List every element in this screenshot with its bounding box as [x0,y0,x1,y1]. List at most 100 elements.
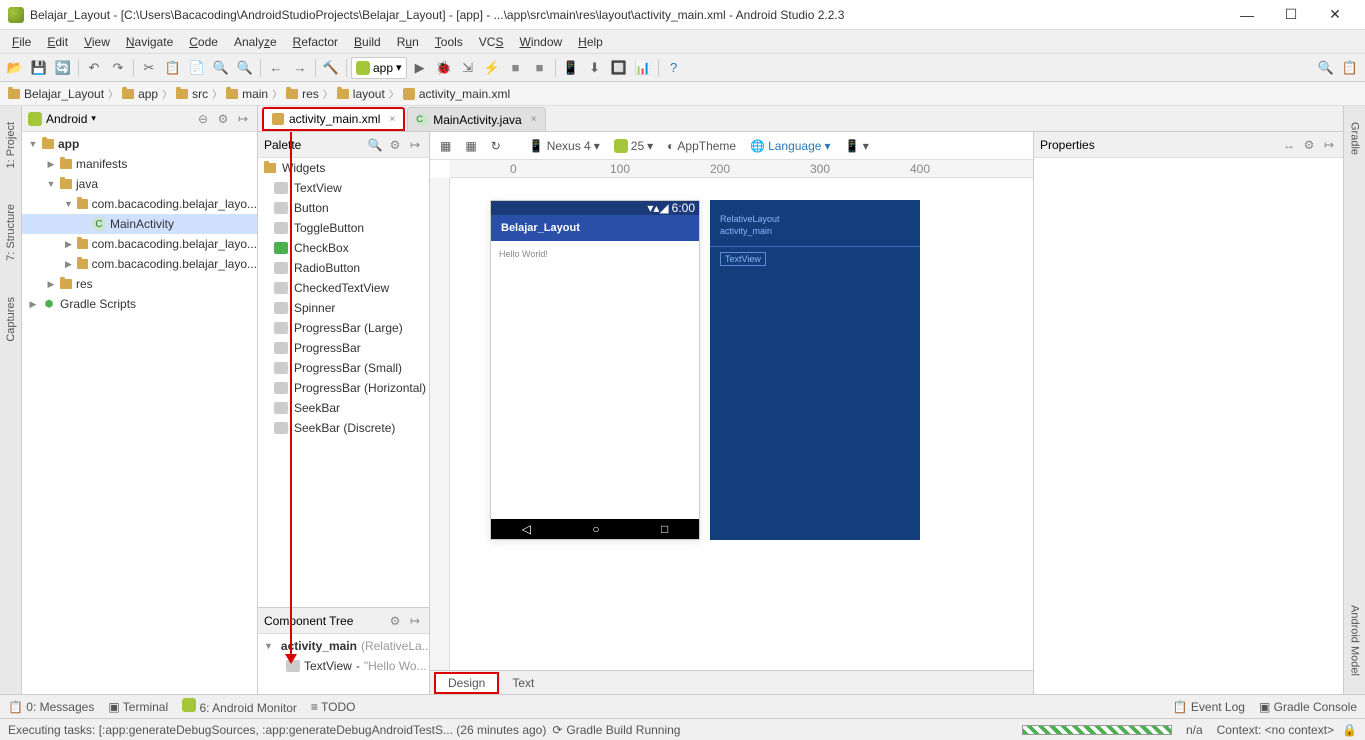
stop2-icon[interactable]: ■ [529,57,551,79]
language-dropdown[interactable]: 🌐 Language ▾ [746,136,834,156]
design-preview[interactable]: ▾▴◢6:00 Belajar_Layout Hello World! ◁○□ [490,200,700,540]
tab-android-monitor[interactable]: 6: Android Monitor [182,698,297,715]
tab-messages[interactable]: 📋 0: Messages [8,700,94,714]
expand-icon[interactable]: ↔ [1281,137,1297,153]
help-icon[interactable]: ? [663,57,685,79]
menu-run[interactable]: Run [389,35,427,49]
menu-vcs[interactable]: VCS [471,35,512,49]
sdk-icon[interactable]: ⬇ [584,57,606,79]
apply-changes-icon[interactable]: ⚡ [481,57,503,79]
palette-item[interactable]: ProgressBar [258,338,429,358]
menu-file[interactable]: File [4,35,39,49]
gear-icon[interactable]: ⚙ [1301,137,1317,153]
breadcrumb-item[interactable]: activity_main.xml [401,87,512,101]
theme-dropdown[interactable]: ◐ AppTheme [663,136,740,156]
palette-item[interactable]: CheckBox [258,238,429,258]
hide-icon[interactable]: ↦ [235,111,251,127]
view-mode-icon[interactable]: ▦ [436,136,455,156]
menu-tools[interactable]: Tools [427,35,471,49]
close-button[interactable]: ✕ [1313,1,1357,29]
menu-window[interactable]: Window [511,35,570,49]
settings-icon[interactable]: 📋 [1339,57,1361,79]
palette-item[interactable]: SeekBar (Discrete) [258,418,429,438]
tab-design[interactable]: Design [434,672,499,694]
palette-item[interactable]: Spinner [258,298,429,318]
blueprint-preview[interactable]: RelativeLayout activity_main TextView [710,200,920,540]
menu-view[interactable]: View [76,35,118,49]
project-view-dropdown[interactable]: Android [46,112,87,126]
tab-gradle-console[interactable]: ▣ Gradle Console [1259,700,1357,714]
search-icon[interactable]: 🔍 [1315,57,1337,79]
tab-event-log[interactable]: 📋 Event Log [1173,700,1245,714]
close-tab-icon[interactable]: × [389,114,395,125]
refresh-icon[interactable]: ↻ [487,136,505,156]
breadcrumb-item[interactable]: res [284,87,321,101]
breadcrumb-item[interactable]: src [174,87,210,101]
orientation-icon[interactable]: 📱 ▾ [840,136,872,156]
breadcrumb-item[interactable]: layout [335,87,387,101]
menu-navigate[interactable]: Navigate [118,35,181,49]
device-dropdown[interactable]: 📱 Nexus 4 ▾ [525,136,604,156]
dock-icon[interactable]: ↦ [1321,137,1337,153]
palette-item[interactable]: ProgressBar (Large) [258,318,429,338]
maximize-button[interactable]: ☐ [1269,1,1313,29]
tab-todo[interactable]: ≡ TODO [311,700,356,714]
tab-project[interactable]: 1: Project [5,114,17,176]
layout-inspector-icon[interactable]: 🔲 [608,57,630,79]
palette-item[interactable]: ProgressBar (Small) [258,358,429,378]
back-icon[interactable]: ← [265,57,287,79]
open-icon[interactable]: 📂 [4,57,26,79]
dock-icon[interactable]: ↦ [407,137,423,153]
dock-icon[interactable]: ↦ [407,613,423,629]
run-icon[interactable]: ▶ [409,57,431,79]
debug-icon[interactable]: 🐞 [433,57,455,79]
gear-icon[interactable]: ⚙ [387,137,403,153]
tab-gradle[interactable]: Gradle [1349,114,1361,163]
component-textview[interactable]: TextView - "Hello Wo... [258,656,429,676]
tab-activity-main[interactable]: activity_main.xml× [262,107,405,131]
palette-item[interactable]: ToggleButton [258,218,429,238]
palette-group[interactable]: Widgets [258,158,429,178]
gear-icon[interactable]: ⚙ [215,111,231,127]
menu-analyze[interactable]: Analyze [226,35,285,49]
menu-refactor[interactable]: Refactor [285,35,346,49]
component-root[interactable]: ▼activity_main (RelativeLa... [258,636,429,656]
palette-item[interactable]: Button [258,198,429,218]
gear-icon[interactable]: ⚙ [387,613,403,629]
collapse-icon[interactable]: ⊖ [195,111,211,127]
paste-icon[interactable]: 📄 [186,57,208,79]
attach-icon[interactable]: ⇲ [457,57,479,79]
tab-android-model[interactable]: Android Model [1349,597,1361,684]
find-icon[interactable]: 🔍 [367,137,383,153]
replace-icon[interactable]: 🔍 [234,57,256,79]
menu-build[interactable]: Build [346,35,389,49]
breadcrumb-item[interactable]: Belajar_Layout [6,87,106,101]
structure-icon[interactable]: 📊 [632,57,654,79]
tab-terminal[interactable]: ▣ Terminal [108,700,168,714]
redo-icon[interactable]: ↷ [107,57,129,79]
minimize-button[interactable]: — [1225,1,1269,29]
palette-item[interactable]: RadioButton [258,258,429,278]
cut-icon[interactable]: ✂ [138,57,160,79]
tab-text[interactable]: Text [499,672,547,694]
breadcrumb-item[interactable]: app [120,87,160,101]
menu-code[interactable]: Code [181,35,226,49]
api-dropdown[interactable]: 25 ▾ [610,136,657,156]
palette-item[interactable]: CheckedTextView [258,278,429,298]
breadcrumb-item[interactable]: main [224,87,270,101]
tab-captures[interactable]: Captures [5,289,17,350]
run-config-dropdown[interactable]: app ▾ [351,57,407,79]
sync-icon[interactable]: 🔄 [52,57,74,79]
forward-icon[interactable]: → [289,57,311,79]
make-icon[interactable]: 🔨 [320,57,342,79]
undo-icon[interactable]: ↶ [83,57,105,79]
palette-item[interactable]: ProgressBar (Horizontal) [258,378,429,398]
copy-icon[interactable]: 📋 [162,57,184,79]
palette-item[interactable]: SeekBar [258,398,429,418]
palette-item[interactable]: TextView [258,178,429,198]
menu-help[interactable]: Help [570,35,611,49]
save-icon[interactable]: 💾 [28,57,50,79]
tab-main-activity-java[interactable]: CMainActivity.java× [407,107,545,131]
tab-structure[interactable]: 7: Structure [5,196,17,269]
grid-icon[interactable]: ▦ [461,136,480,156]
